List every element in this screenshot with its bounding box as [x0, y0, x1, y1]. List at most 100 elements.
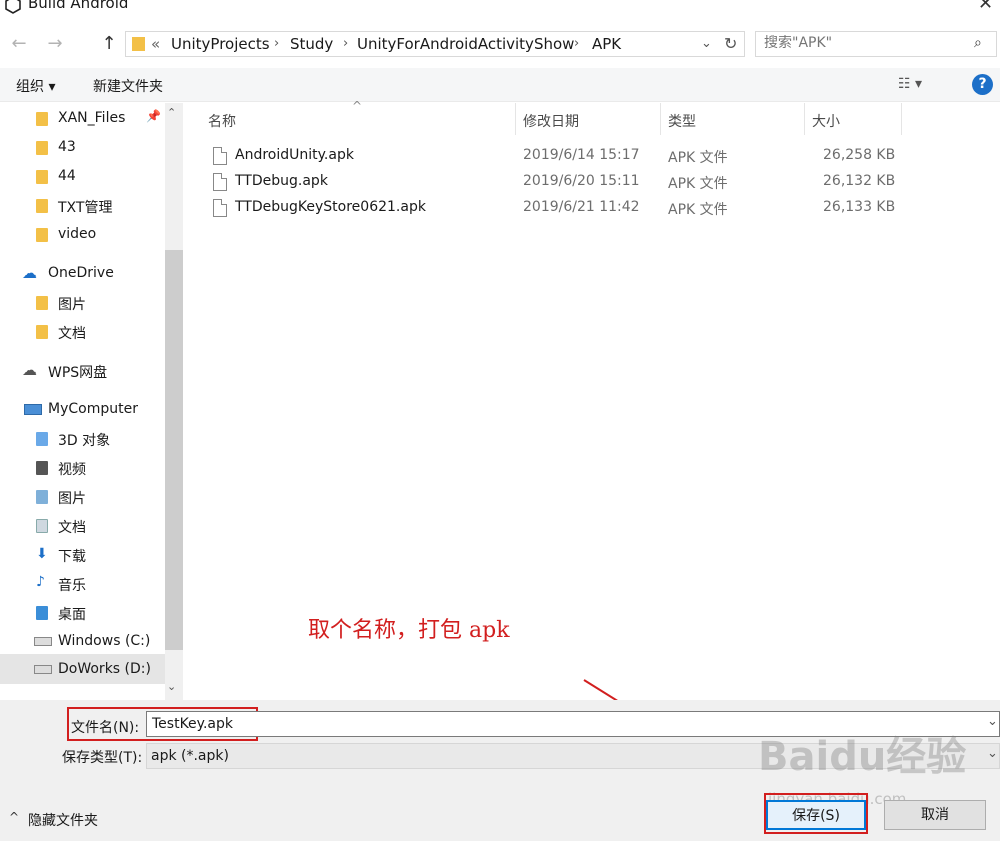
navigation-pane: XAN_Files 📌 43 44 TXT管理 video ☁ OneDrive…: [0, 103, 183, 700]
sort-arrow-icon: ^: [352, 99, 363, 113]
column-divider[interactable]: [515, 103, 516, 135]
sidebar-item-label: 43: [58, 139, 76, 155]
folder-icon: [36, 141, 48, 155]
drive-icon: [34, 637, 52, 646]
title-bar: Build Android ✕: [0, 0, 1000, 24]
sidebar-item-documents[interactable]: 文档: [0, 317, 165, 345]
address-bar[interactable]: « UnityProjects › Study › UnityForAndroi…: [125, 31, 745, 57]
watermark: Baidu经验: [758, 734, 967, 780]
sidebar-item-mycomputer[interactable]: MyComputer: [0, 395, 165, 423]
sidebar-item-music[interactable]: ♪ 音乐: [0, 569, 165, 597]
sidebar-item-label: 3D 对象: [58, 433, 111, 449]
breadcrumb-item[interactable]: UnityForAndroidActivityShow: [357, 35, 574, 53]
sidebar-item-label: DoWorks (D:): [58, 661, 151, 677]
hide-folders-button[interactable]: 隐藏文件夹: [28, 810, 98, 830]
breadcrumb-item[interactable]: APK: [592, 35, 621, 53]
sidebar-item-3d[interactable]: 3D 对象: [0, 424, 165, 452]
sidebar-item-downloads[interactable]: ⬇ 下载: [0, 540, 165, 568]
search-input[interactable]: [764, 35, 964, 51]
breadcrumb-item[interactable]: UnityProjects: [171, 35, 270, 53]
sidebar-item-txt[interactable]: TXT管理: [0, 191, 165, 219]
filetype-value: apk (*.apk): [151, 748, 229, 764]
chevron-down-icon[interactable]: ⌄: [987, 714, 998, 729]
cancel-button[interactable]: 取消: [884, 800, 986, 830]
column-header-modified[interactable]: 修改日期: [523, 111, 579, 131]
file-row[interactable]: AndroidUnity.apk 2019/6/14 15:17 APK 文件 …: [184, 143, 895, 169]
scroll-down-icon[interactable]: ⌄: [167, 680, 176, 693]
breadcrumb-overflow[interactable]: «: [151, 35, 160, 53]
command-bar: 组织 ▾ 新建文件夹 ☷ ▾ ?: [0, 68, 1000, 102]
column-divider[interactable]: [901, 103, 902, 135]
close-icon[interactable]: ✕: [978, 0, 993, 14]
sidebar-item-onedrive[interactable]: ☁ OneDrive: [0, 259, 165, 287]
file-modified: 2019/6/20 15:11: [523, 173, 640, 189]
file-icon: [213, 199, 227, 217]
unity-icon: [5, 0, 21, 14]
sidebar-item-pictures2[interactable]: 图片: [0, 482, 165, 510]
sidebar-scroll-thumb[interactable]: [165, 250, 183, 650]
refresh-icon[interactable]: ↻: [724, 34, 737, 53]
sidebar-item-xan-files[interactable]: XAN_Files 📌: [0, 104, 165, 132]
filename-value[interactable]: TestKey.apk: [152, 716, 233, 732]
file-name: TTDebug.apk: [235, 173, 328, 189]
sidebar-item-label: Windows (C:): [58, 633, 151, 649]
sidebar-item-43[interactable]: 43: [0, 133, 165, 161]
file-size: 26,132 KB: [823, 173, 896, 189]
sidebar-item-label: 下载: [58, 549, 86, 565]
sidebar-item-wps[interactable]: ☁ WPS网盘: [0, 356, 165, 384]
column-header-size[interactable]: 大小: [812, 111, 840, 131]
annotation-text: 取个名称，打包 apk: [308, 618, 510, 643]
sidebar-item-label: XAN_Files: [58, 110, 126, 126]
help-icon[interactable]: ?: [972, 74, 993, 95]
cube-icon: [36, 432, 48, 446]
organize-menu[interactable]: 组织 ▾: [16, 76, 55, 96]
computer-icon: [24, 404, 42, 415]
column-divider[interactable]: [804, 103, 805, 135]
folder-icon: [36, 112, 48, 126]
sidebar-item-label: video: [58, 226, 97, 242]
sidebar-item-documents2[interactable]: 文档: [0, 511, 165, 539]
back-button[interactable]: ←: [8, 33, 30, 55]
search-icon[interactable]: ⌕: [974, 35, 982, 51]
column-header-type[interactable]: 类型: [668, 111, 696, 131]
scroll-up-icon[interactable]: ⌃: [167, 106, 176, 119]
file-row[interactable]: TTDebugKeyStore0621.apk 2019/6/21 11:42 …: [184, 195, 895, 221]
file-icon: [213, 173, 227, 191]
sidebar-item-44[interactable]: 44: [0, 162, 165, 190]
sidebar-item-label: 图片: [58, 491, 86, 507]
pin-icon: 📌: [146, 109, 161, 123]
sidebar-item-drive-d[interactable]: DoWorks (D:): [0, 654, 165, 684]
music-icon: ♪: [36, 574, 45, 590]
sidebar-item-video[interactable]: video: [0, 220, 165, 248]
sidebar-item-desktop[interactable]: 桌面: [0, 598, 165, 626]
file-type: APK 文件: [668, 202, 728, 218]
picture-icon: [36, 490, 48, 504]
cloud-icon: ☁: [22, 361, 37, 379]
column-header-name[interactable]: 名称: [208, 111, 236, 131]
sidebar-item-videos[interactable]: 视频: [0, 453, 165, 481]
chevron-down-icon[interactable]: ⌄: [701, 36, 712, 51]
sidebar-item-pictures[interactable]: 图片: [0, 288, 165, 316]
sidebar-item-label: 音乐: [58, 578, 86, 594]
chevron-down-icon[interactable]: ⌄: [987, 746, 998, 761]
view-options-icon[interactable]: ☷ ▾: [898, 76, 922, 92]
chevron-up-icon[interactable]: ^: [9, 810, 19, 824]
download-icon: ⬇: [36, 546, 48, 562]
column-divider[interactable]: [660, 103, 661, 135]
new-folder-button[interactable]: 新建文件夹: [93, 76, 163, 96]
sidebar-item-label: 桌面: [58, 607, 86, 623]
breadcrumb-item[interactable]: Study: [290, 35, 333, 53]
filetype-label: 保存类型(T):: [62, 750, 143, 766]
sidebar-item-label: WPS网盘: [48, 365, 108, 381]
file-row[interactable]: TTDebug.apk 2019/6/20 15:11 APK 文件 26,13…: [184, 169, 895, 195]
forward-button[interactable]: →: [44, 33, 66, 55]
sidebar-item-label: 文档: [58, 520, 86, 536]
sidebar-item-label: TXT管理: [58, 200, 113, 216]
folder-icon: [132, 37, 145, 51]
sidebar-item-drive-c[interactable]: Windows (C:): [0, 627, 165, 655]
up-button[interactable]: ↑: [98, 33, 120, 55]
file-type: APK 文件: [668, 150, 728, 166]
folder-icon: [36, 170, 48, 184]
cloud-icon: ☁: [22, 264, 37, 282]
search-box[interactable]: ⌕: [755, 31, 997, 57]
